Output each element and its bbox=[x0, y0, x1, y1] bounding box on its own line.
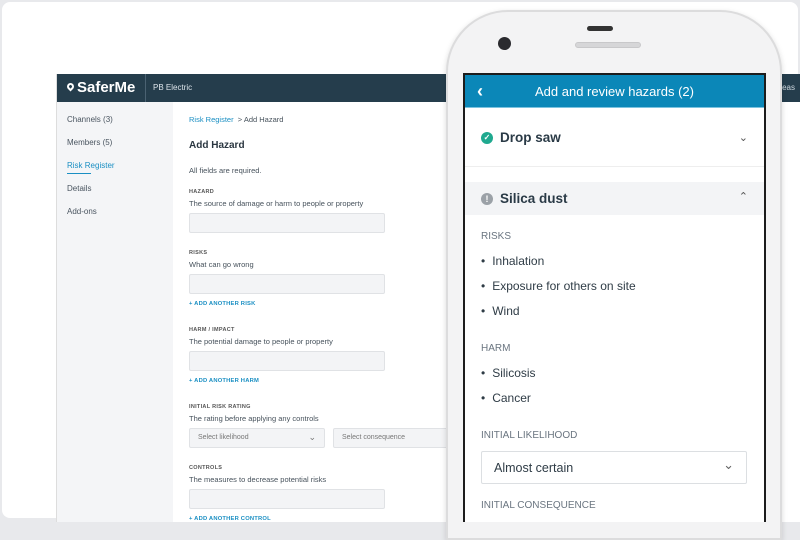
hazard-help: The source of damage or harm to people o… bbox=[189, 199, 364, 208]
harm-help: The potential damage to people or proper… bbox=[189, 337, 333, 346]
likelihood-value: Almost certain bbox=[494, 461, 574, 475]
add-risk-link[interactable]: + ADD ANOTHER RISK bbox=[189, 301, 255, 307]
likelihood-dropdown[interactable]: Almost certain ⌄ bbox=[481, 451, 747, 484]
controls-input[interactable] bbox=[189, 489, 385, 509]
breadcrumb: Risk Register > Add Hazard bbox=[189, 115, 283, 124]
back-arrow-icon[interactable]: ‹ bbox=[477, 75, 483, 108]
breadcrumb-current: Add Hazard bbox=[243, 115, 284, 124]
required-note: All fields are required. bbox=[189, 166, 262, 175]
hazard-row-drop-saw[interactable]: ✓ Drop saw ⌄ bbox=[465, 109, 764, 167]
camera-icon bbox=[498, 37, 511, 50]
sidebar: Channels (3) Members (5) Risk Register D… bbox=[57, 102, 173, 522]
risk-input[interactable] bbox=[189, 274, 385, 294]
risks-help: What can go wrong bbox=[189, 260, 254, 269]
warning-circle-icon: ! bbox=[481, 192, 493, 205]
consequence-placeholder: Select consequence bbox=[342, 434, 406, 441]
likelihood-placeholder: Select likelihood bbox=[198, 434, 249, 441]
speaker-icon bbox=[587, 26, 613, 31]
likelihood-select[interactable]: Select likelihood ⌄ bbox=[189, 428, 325, 448]
harm-item: Silicosis bbox=[481, 366, 535, 380]
hazard-name: Drop saw bbox=[500, 130, 561, 145]
risk-item: Exposure for others on site bbox=[481, 279, 635, 293]
org-name: PB Electric bbox=[145, 74, 192, 102]
hazard-row-silica-dust[interactable]: ! Silica dust ⌃ bbox=[465, 182, 764, 215]
harm-heading: HARM bbox=[481, 343, 511, 354]
phone-screen: ‹ Add and review hazards (2) ✓ Drop saw ⌄ … bbox=[463, 73, 766, 522]
controls-label: CONTROLS bbox=[189, 465, 223, 471]
harm-label: HARM / IMPACT bbox=[189, 327, 235, 333]
phone-header: ‹ Add and review hazards (2) bbox=[465, 75, 764, 108]
check-circle-icon: ✓ bbox=[481, 131, 493, 144]
chevron-up-icon: ⌃ bbox=[738, 191, 748, 203]
rating-help: The rating before applying any controls bbox=[189, 414, 319, 423]
likelihood-heading: INITIAL LIKELIHOOD bbox=[481, 430, 578, 441]
sidebar-item-details[interactable]: Details bbox=[67, 184, 91, 193]
hazard-label: HAZARD bbox=[189, 189, 215, 195]
chevron-down-icon: ⌄ bbox=[308, 432, 316, 442]
chevron-down-icon: ⌄ bbox=[738, 132, 748, 144]
sidebar-item-risk-register[interactable]: Risk Register bbox=[67, 161, 115, 174]
breadcrumb-separator: > bbox=[237, 115, 243, 124]
brand-name: SaferMe bbox=[77, 79, 136, 96]
add-control-link[interactable]: + ADD ANOTHER CONTROL bbox=[189, 516, 271, 522]
harm-item: Cancer bbox=[481, 391, 531, 405]
controls-help: The measures to decrease potential risks bbox=[189, 475, 327, 484]
page-title: Add Hazard bbox=[189, 140, 245, 151]
phone-title: Add and review hazards (2) bbox=[535, 84, 694, 99]
consequence-heading: INITIAL CONSEQUENCE bbox=[481, 500, 596, 511]
risks-heading: RISKS bbox=[481, 231, 512, 242]
rating-label: INITIAL RISK RATING bbox=[189, 404, 251, 410]
risks-label: RISKS bbox=[189, 250, 208, 256]
logo[interactable]: SaferMe bbox=[65, 79, 136, 96]
hazard-input[interactable] bbox=[189, 213, 385, 233]
add-harm-link[interactable]: + ADD ANOTHER HARM bbox=[189, 378, 259, 384]
breadcrumb-risk-register[interactable]: Risk Register bbox=[189, 115, 234, 124]
hazard-name: Silica dust bbox=[500, 191, 568, 206]
consequence-select[interactable]: Select consequence bbox=[333, 428, 463, 448]
sidebar-item-members[interactable]: Members (5) bbox=[67, 138, 112, 147]
sidebar-item-channels[interactable]: Channels (3) bbox=[67, 115, 113, 124]
harm-input[interactable] bbox=[189, 351, 385, 371]
risk-item: Wind bbox=[481, 304, 519, 318]
sidebar-item-add-ons[interactable]: Add-ons bbox=[67, 207, 97, 216]
location-pin-icon bbox=[65, 81, 76, 92]
earpiece-icon bbox=[575, 42, 641, 48]
chevron-down-icon: ⌄ bbox=[723, 457, 734, 472]
risk-item: Inhalation bbox=[481, 254, 544, 268]
